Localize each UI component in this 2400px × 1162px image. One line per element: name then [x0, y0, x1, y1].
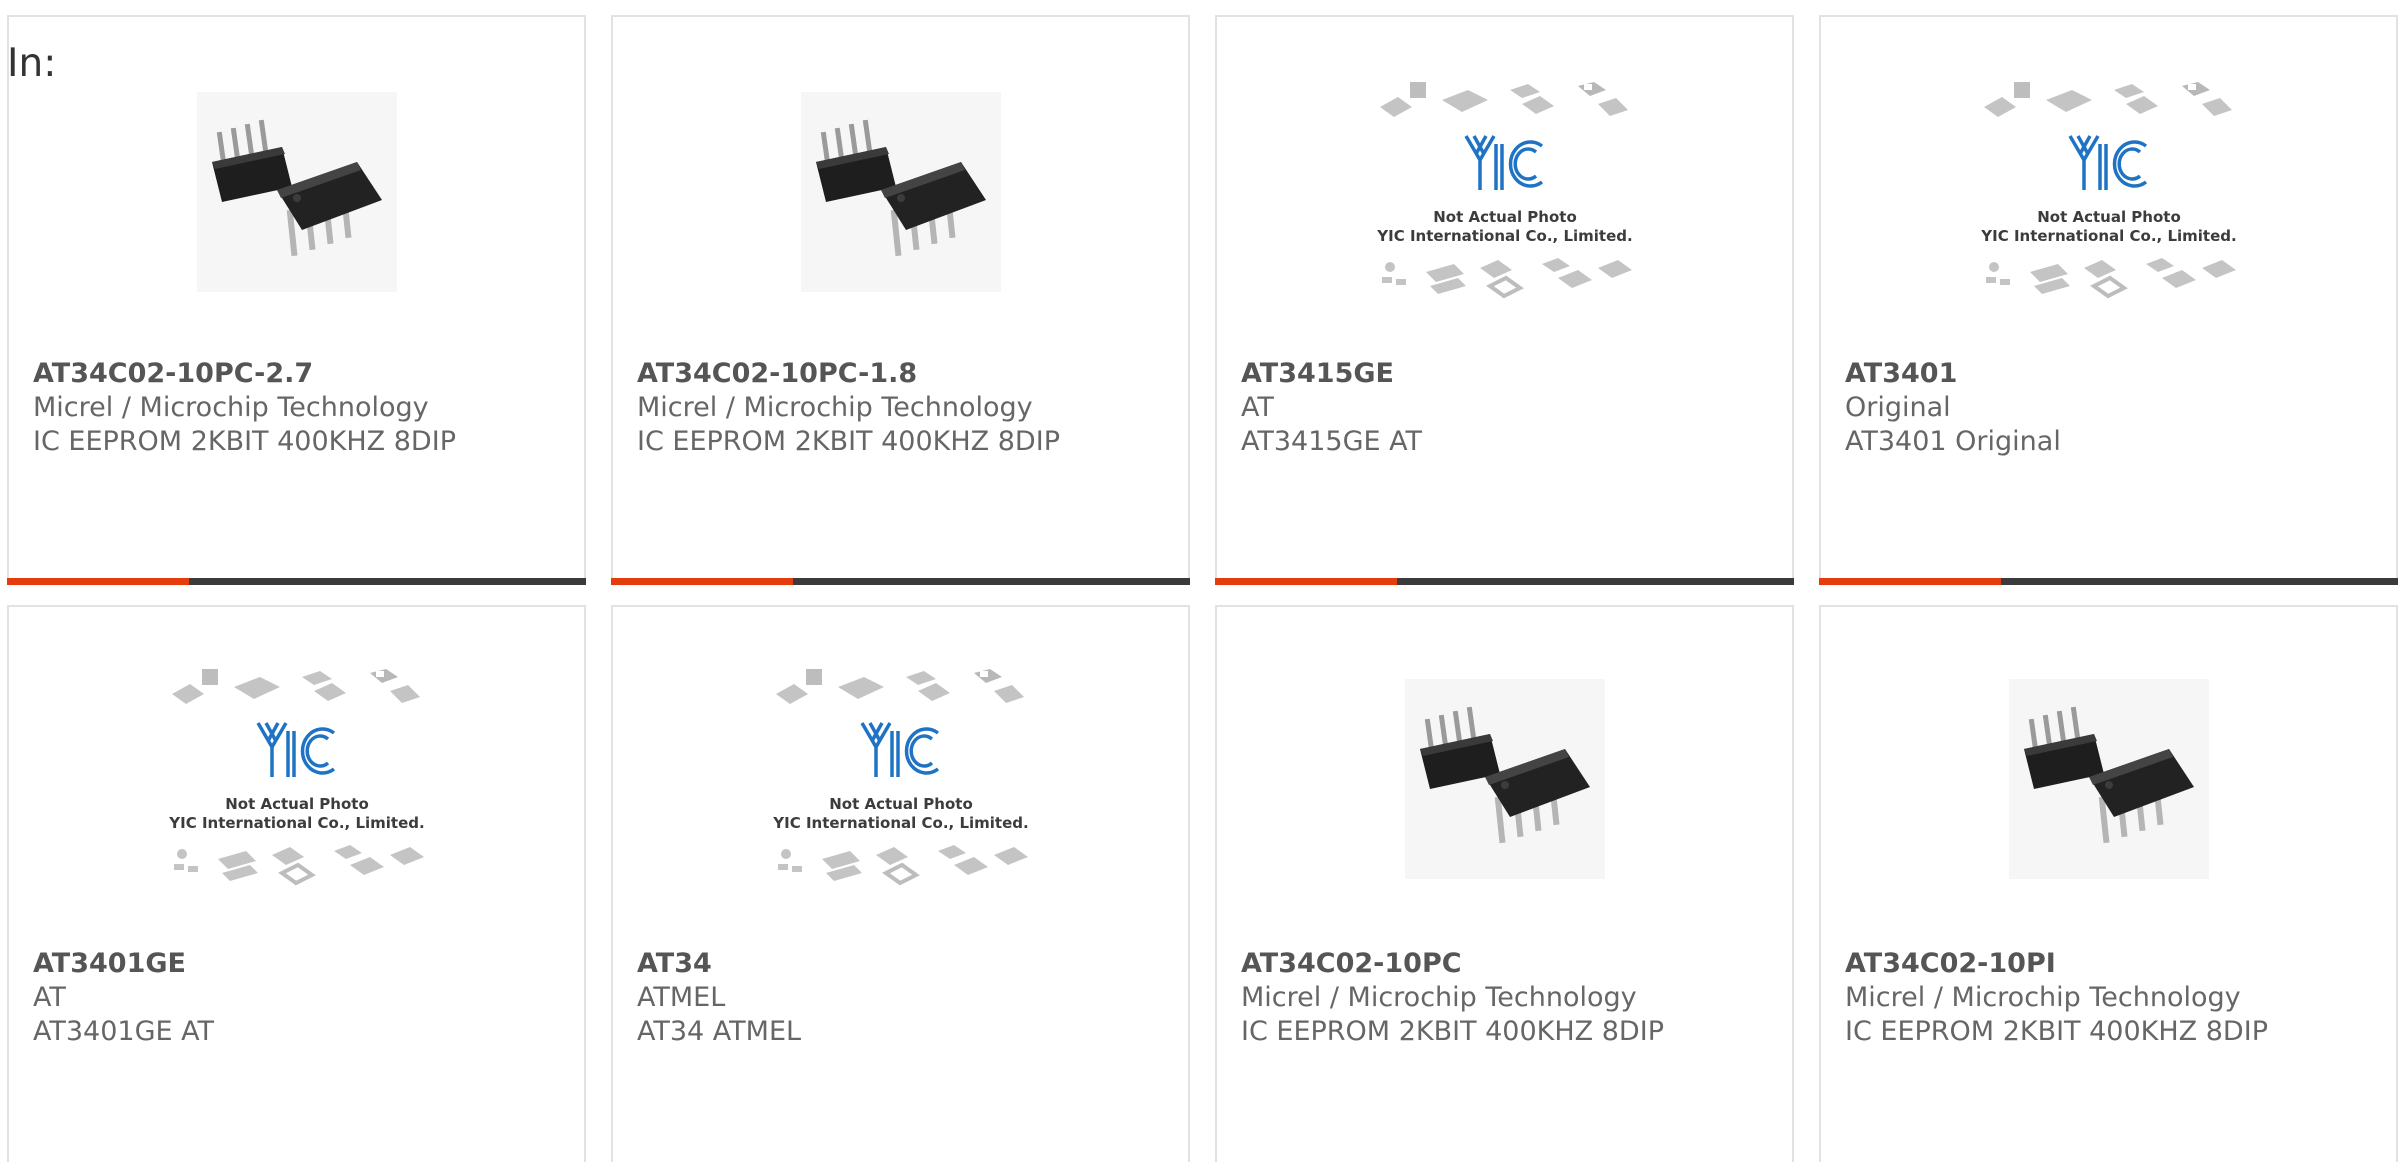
card-bottom-bar — [7, 578, 586, 585]
placeholder-line2: YIC International Co., Limited. — [168, 814, 424, 832]
part-number[interactable]: AT34C02-10PC-2.7 — [33, 357, 456, 391]
product-info: AT3415GE AT AT3415GE AT — [1241, 357, 1422, 459]
product-card[interactable]: Not Actual Photo YIC International Co., … — [611, 605, 1190, 1162]
yic-placeholder-icon: Not Actual Photo YIC International Co., … — [1980, 82, 2236, 299]
manufacturer: Micrel / Microchip Technology — [1845, 982, 2241, 1013]
product-info: AT34C02-10PC-1.8 Micrel / Microchip Tech… — [637, 357, 1060, 459]
manufacturer: Micrel / Microchip Technology — [637, 392, 1033, 423]
description: AT34 ATMEL — [637, 1016, 802, 1047]
product-card[interactable]: AT34C02-10PC Micrel / Microchip Technolo… — [1215, 605, 1794, 1162]
product-card[interactable]: Not Actual Photo YIC International Co., … — [1215, 15, 1794, 585]
dip8-chip-icon — [800, 92, 1001, 292]
product-info: AT3401GE AT AT3401GE AT — [33, 947, 214, 1049]
part-number[interactable]: AT34C02-10PC — [1241, 947, 1664, 981]
card-accent-bar — [7, 578, 189, 585]
product-image[interactable]: Not Actual Photo YIC International Co., … — [9, 669, 584, 886]
placeholder-line1: Not Actual Photo — [2037, 208, 2181, 226]
card-accent-bar — [611, 578, 793, 585]
product-info: AT34C02-10PC Micrel / Microchip Technolo… — [1241, 947, 1664, 1049]
dip8-chip-icon — [196, 92, 397, 292]
manufacturer: Original — [1845, 392, 1951, 423]
product-grid-page: In: AT34C02-10PC-2.7 Micrel / Microchip … — [0, 0, 2400, 1162]
description: IC EEPROM 2KBIT 400KHZ 8DIP — [1845, 1016, 2268, 1047]
description: AT3401 Original — [1845, 426, 2061, 457]
part-number[interactable]: AT3415GE — [1241, 357, 1422, 391]
description: IC EEPROM 2KBIT 400KHZ 8DIP — [637, 426, 1060, 457]
description: AT3401GE AT — [33, 1016, 215, 1047]
part-number[interactable]: AT34 — [637, 947, 801, 981]
placeholder-line2: YIC International Co., Limited. — [1980, 227, 2236, 245]
manufacturer: Micrel / Microchip Technology — [33, 392, 429, 423]
product-card[interactable]: Not Actual Photo YIC International Co., … — [1819, 15, 2398, 585]
card-accent-bar — [1215, 578, 1397, 585]
placeholder-line1: Not Actual Photo — [829, 795, 973, 813]
product-image[interactable] — [9, 92, 584, 292]
card-bottom-bar — [1215, 578, 1794, 585]
manufacturer: Micrel / Microchip Technology — [1241, 982, 1637, 1013]
card-bottom-bar — [611, 578, 1190, 585]
in-label: In: — [7, 41, 57, 86]
placeholder-line1: Not Actual Photo — [225, 795, 369, 813]
product-info: AT34 ATMEL AT34 ATMEL — [637, 947, 801, 1049]
part-number[interactable]: AT34C02-10PC-1.8 — [637, 357, 1060, 391]
card-bottom-bar — [1819, 578, 2398, 585]
product-image[interactable]: Not Actual Photo YIC International Co., … — [1821, 82, 2396, 299]
yic-placeholder-icon: Not Actual Photo YIC International Co., … — [168, 669, 424, 886]
description: AT3415GE AT — [1241, 426, 1423, 457]
manufacturer: AT — [33, 982, 66, 1013]
product-card[interactable]: Not Actual Photo YIC International Co., … — [7, 605, 586, 1162]
yic-placeholder-icon: Not Actual Photo YIC International Co., … — [772, 669, 1028, 886]
product-image[interactable] — [1217, 679, 1792, 879]
product-image[interactable] — [1821, 679, 2396, 879]
card-accent-bar — [1819, 578, 2001, 585]
placeholder-line2: YIC International Co., Limited. — [1376, 227, 1632, 245]
dip8-chip-icon — [2008, 679, 2209, 879]
product-info: AT34C02-10PC-2.7 Micrel / Microchip Tech… — [33, 357, 456, 459]
manufacturer: AT — [1241, 392, 1274, 423]
product-card[interactable]: AT34C02-10PC-2.7 Micrel / Microchip Tech… — [7, 15, 586, 585]
description: IC EEPROM 2KBIT 400KHZ 8DIP — [1241, 1016, 1664, 1047]
dip8-chip-icon — [1404, 679, 1605, 879]
product-image[interactable]: Not Actual Photo YIC International Co., … — [1217, 82, 1792, 299]
product-card[interactable]: AT34C02-10PC-1.8 Micrel / Microchip Tech… — [611, 15, 1190, 585]
placeholder-line2: YIC International Co., Limited. — [772, 814, 1028, 832]
placeholder-line1: Not Actual Photo — [1433, 208, 1577, 226]
part-number[interactable]: AT34C02-10PI — [1845, 947, 2268, 981]
part-number[interactable]: AT3401GE — [33, 947, 214, 981]
product-card[interactable]: AT34C02-10PI Micrel / Microchip Technolo… — [1819, 605, 2398, 1162]
product-info: AT3401 Original AT3401 Original — [1845, 357, 2061, 459]
product-info: AT34C02-10PI Micrel / Microchip Technolo… — [1845, 947, 2268, 1049]
part-number[interactable]: AT3401 — [1845, 357, 2061, 391]
manufacturer: ATMEL — [637, 982, 726, 1013]
description: IC EEPROM 2KBIT 400KHZ 8DIP — [33, 426, 456, 457]
product-image[interactable]: Not Actual Photo YIC International Co., … — [613, 669, 1188, 886]
product-image[interactable] — [613, 92, 1188, 292]
yic-placeholder-icon: Not Actual Photo YIC International Co., … — [1376, 82, 1632, 299]
